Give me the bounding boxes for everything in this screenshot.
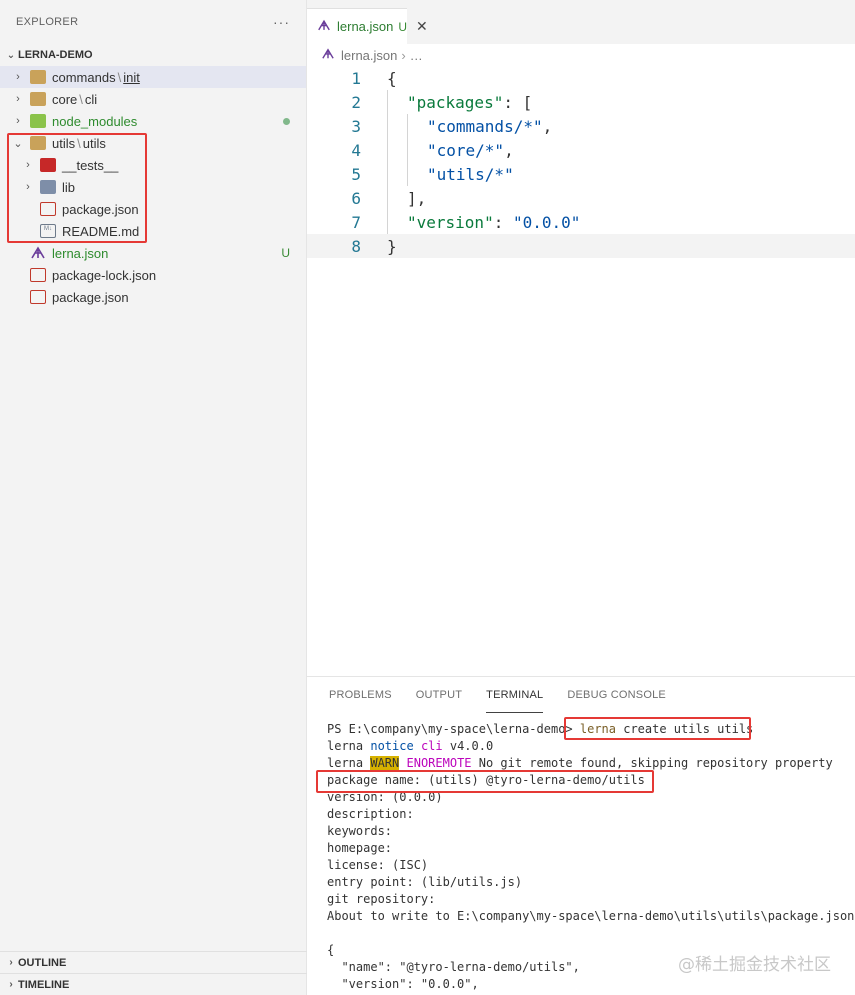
folder-icon <box>30 92 46 106</box>
tab-output[interactable]: OUTPUT <box>416 677 462 713</box>
tree-item-package-lock-json[interactable]: package-lock.json <box>0 264 306 286</box>
line-number: 1 <box>351 68 361 88</box>
terminal-line: description: <box>327 807 414 821</box>
watermark: @稀土掘金技术社区 <box>678 955 831 975</box>
editor-area: lerna.json U ✕ lerna.json › … 1 { 2 "pac… <box>307 0 855 676</box>
terminal-line: keywords: <box>327 824 393 838</box>
code-text: } <box>387 236 397 256</box>
terminal-line: About to write to E:\company\my-space\le… <box>327 909 855 923</box>
code-line: 4 "core/*", <box>307 138 855 162</box>
outline-section-header[interactable]: › OUTLINE <box>0 951 307 973</box>
tree-item-commands[interactable]: › commands \ init <box>0 66 306 88</box>
tree-item-label: package.json <box>52 289 129 305</box>
breadcrumb-separator: › <box>401 47 406 63</box>
chevron-right-icon: › <box>16 93 20 105</box>
code-text: ], <box>407 188 427 208</box>
code-line: 6 ], <box>307 186 855 210</box>
tab-debug-console[interactable]: DEBUG CONSOLE <box>567 677 666 713</box>
terminal-line: entry point: (lib/utils.js) <box>327 875 523 889</box>
terminal-line: git repository: <box>327 892 436 906</box>
code-text: "version": "0.0.0" <box>407 212 581 232</box>
path-separator: \ <box>117 69 122 85</box>
code-line: 3 "commands/*", <box>307 114 855 138</box>
line-number: 7 <box>351 212 361 232</box>
chevron-right-icon: › <box>9 957 13 968</box>
timeline-section-header[interactable]: › TIMELINE <box>0 973 307 995</box>
project-name: LERNA-DEMO <box>18 49 93 61</box>
breadcrumb-file[interactable]: lerna.json <box>341 48 397 63</box>
line-number: 2 <box>351 92 361 112</box>
tree-item-sublabel: init <box>123 69 140 85</box>
tab-problems[interactable]: PROBLEMS <box>329 677 392 713</box>
tree-item-label: node_modules <box>52 113 138 129</box>
modified-dot-icon <box>283 118 290 125</box>
code-text: "packages": [ <box>407 92 533 112</box>
highlight-box-utils <box>7 133 147 243</box>
explorer-title: EXPLORER <box>16 16 79 28</box>
line-number: 8 <box>351 236 361 256</box>
code-text: "commands/*", <box>427 116 553 136</box>
code-line: 5 "utils/*" <box>307 162 855 186</box>
code-text: "core/*", <box>427 140 514 160</box>
tree-item-lerna-json[interactable]: lerna.json U <box>0 242 306 264</box>
line-number: 5 <box>351 164 361 184</box>
tab-status-badge: U <box>398 19 408 34</box>
close-icon[interactable]: ✕ <box>416 18 428 35</box>
code-editor[interactable]: 1 { 2 "packages": [ 3 "commands/*", 4 "c… <box>307 66 855 258</box>
node-folder-icon <box>30 114 46 128</box>
chevron-right-icon: › <box>16 71 20 83</box>
tree-item-sublabel: cli <box>84 91 98 107</box>
line-number: 3 <box>351 116 361 136</box>
lerna-file-icon <box>321 47 335 63</box>
code-line-active: 8 } <box>307 234 855 258</box>
tree-item-label: commands <box>52 69 116 85</box>
lerna-file-icon <box>30 246 46 260</box>
code-text: "utils/*" <box>427 164 514 184</box>
line-number: 6 <box>351 188 361 208</box>
tab-lerna-json[interactable]: lerna.json U ✕ <box>307 8 428 44</box>
project-section-header[interactable]: ⌄ LERNA-DEMO <box>0 44 306 66</box>
outline-label: OUTLINE <box>18 956 67 969</box>
explorer-sidebar: EXPLORER ··· ⌄ LERNA-DEMO › commands \ i… <box>0 0 307 995</box>
chevron-down-icon: ⌄ <box>6 49 16 61</box>
tree-item-label: lerna.json <box>52 245 109 261</box>
line-number: 4 <box>351 140 361 160</box>
code-line: 1 { <box>307 66 855 90</box>
breadcrumb-rest[interactable]: … <box>410 48 423 63</box>
panel-tabs: PROBLEMS OUTPUT TERMINAL DEBUG CONSOLE <box>307 677 855 713</box>
terminal-line: license: (ISC) <box>327 858 429 872</box>
chevron-right-icon: › <box>9 979 13 990</box>
tab-terminal[interactable]: TERMINAL <box>486 677 544 713</box>
timeline-label: TIMELINE <box>18 978 70 991</box>
terminal-line: "version": "0.0.0", <box>327 977 479 991</box>
npm-file-icon <box>30 290 46 304</box>
tree-item-label: core <box>52 91 78 107</box>
highlight-box-command <box>564 717 751 740</box>
tree-item-package-json[interactable]: package.json <box>0 286 306 308</box>
breadcrumb: lerna.json › … <box>307 44 855 66</box>
editor-tabs: lerna.json U ✕ <box>307 0 855 44</box>
code-line: 7 "version": "0.0.0" <box>307 210 855 234</box>
tree-item-label: package-lock.json <box>52 267 157 283</box>
untracked-badge: U <box>281 246 290 260</box>
folder-icon <box>30 70 46 84</box>
highlight-box-package-name <box>316 770 654 793</box>
tree-item-core[interactable]: › core \ cli <box>0 88 306 110</box>
chevron-right-icon: › <box>16 115 20 127</box>
npm-file-icon <box>30 268 46 282</box>
more-actions-icon[interactable]: ··· <box>273 14 290 30</box>
explorer-header: EXPLORER ··· <box>0 0 306 44</box>
code-text: { <box>387 68 397 88</box>
tab-label: lerna.json <box>337 19 394 34</box>
lerna-file-icon <box>317 19 331 35</box>
path-separator: \ <box>79 91 83 107</box>
code-line: 2 "packages": [ <box>307 90 855 114</box>
terminal-line: lerna notice cli v4.0.0 <box>327 739 494 753</box>
terminal-line: homepage: <box>327 841 393 855</box>
tree-item-node-modules[interactable]: › node_modules <box>0 110 306 132</box>
